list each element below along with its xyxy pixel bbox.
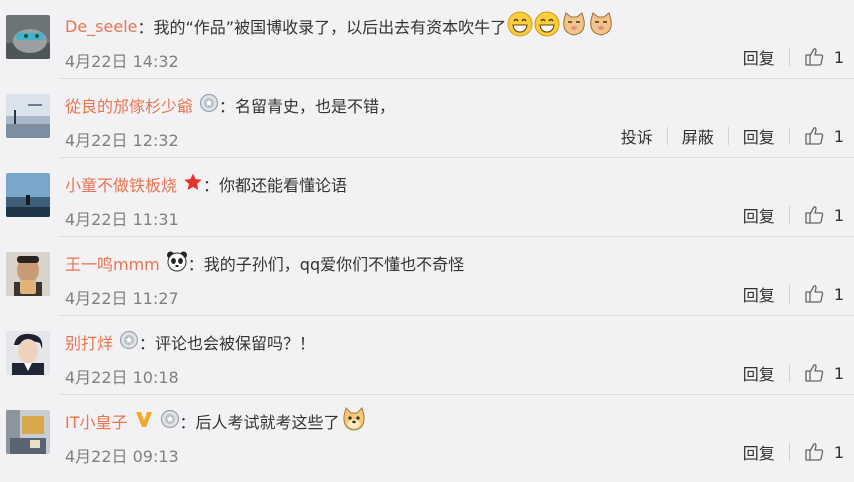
colon: ： — [187, 255, 204, 274]
comment-text: 你都还能看懂论语 — [219, 176, 348, 195]
divider — [666, 127, 668, 145]
divider — [788, 285, 790, 303]
comment-list: De_seele ： 我的“作品”被国博收录了，以后出去有资本吹牛了 4月22日… — [0, 0, 854, 482]
thumbs-up-icon — [805, 285, 824, 303]
medal-icon[interactable] — [199, 93, 219, 117]
username-link[interactable]: De_seele — [65, 17, 137, 36]
like-count: 1 — [833, 126, 844, 146]
username-link[interactable]: 從良的邡傢杉少爺 — [65, 93, 193, 117]
cat-emoji — [561, 11, 587, 41]
like-button[interactable]: 1 — [804, 442, 844, 462]
divider — [788, 206, 790, 224]
colon: ： — [137, 18, 154, 37]
thumbs-up-icon — [805, 127, 824, 145]
like-button[interactable]: 1 — [804, 284, 844, 304]
colon: ： — [179, 413, 196, 432]
reply-button[interactable]: 回复 — [743, 282, 775, 306]
like-button[interactable]: 1 — [804, 47, 844, 67]
divider — [788, 443, 790, 461]
block-button[interactable]: 屏蔽 — [682, 124, 714, 148]
comment-text: 名留青史，也是不错， — [235, 97, 396, 116]
like-button[interactable]: 1 — [804, 126, 844, 146]
colon: ： — [139, 334, 156, 353]
grin-emoji — [507, 11, 533, 41]
comment-time: 4月22日 12:32 — [65, 131, 179, 150]
avatar[interactable] — [6, 331, 50, 375]
comment-row: 從良的邡傢杉少爺 ： 名留青史，也是不错， 4月22日 12:32 投诉 屏蔽 … — [0, 79, 854, 158]
like-button[interactable]: 1 — [804, 363, 844, 383]
avatar[interactable] — [6, 15, 50, 59]
username-link[interactable]: 别打烊 — [65, 330, 113, 354]
divider — [788, 127, 790, 145]
comment-text: 评论也会被保留吗？！ — [155, 334, 316, 353]
comment-time: 4月22日 09:13 — [65, 447, 179, 466]
report-button[interactable]: 投诉 — [621, 124, 653, 148]
medal-icon[interactable] — [119, 330, 139, 354]
verified-v-icon[interactable] — [134, 409, 154, 433]
comment-time: 4月22日 11:27 — [65, 289, 179, 308]
thumbs-up-icon — [805, 48, 824, 66]
comment-row: 王一鸣mmm ： 我的子孙们，qq爱你们不懂也不奇怪 4月22日 11:27 回… — [0, 237, 854, 316]
like-count: 1 — [833, 442, 844, 462]
comment-time: 4月22日 11:31 — [65, 210, 179, 229]
comment-row: 别打烊 ： 评论也会被保留吗？！ 4月22日 10:18 回复 1 — [0, 316, 854, 395]
grin-emoji — [534, 11, 560, 41]
thumbs-up-icon — [805, 364, 824, 382]
doge-emoji — [341, 406, 367, 436]
comment-row: 小童不做铁板烧 ： 你都还能看懂论语 4月22日 11:31 回复 1 — [0, 158, 854, 237]
reply-button[interactable]: 回复 — [743, 440, 775, 464]
like-count: 1 — [833, 284, 844, 304]
comment-text: 我的“作品”被国博收录了，以后出去有资本吹牛了 — [153, 18, 507, 37]
username-link[interactable]: 小童不做铁板烧 — [65, 172, 177, 196]
reply-button[interactable]: 回复 — [743, 361, 775, 385]
medal-icon[interactable] — [160, 409, 180, 433]
comment-text: 我的子孙们，qq爱你们不懂也不奇怪 — [203, 255, 465, 274]
comment-text: 后人考试就考这些了 — [195, 413, 340, 432]
comment-row: IT小皇子 ： 后人考试就考这些了 4月22日 09:13 回复 1 — [0, 395, 854, 482]
comment-row: De_seele ： 我的“作品”被国博收录了，以后出去有资本吹牛了 4月22日… — [0, 0, 854, 79]
username-link[interactable]: 王一鸣mmm — [65, 251, 160, 275]
panda-icon[interactable] — [166, 250, 188, 276]
like-button[interactable]: 1 — [804, 205, 844, 225]
thumbs-up-icon — [805, 443, 824, 461]
avatar[interactable] — [6, 252, 50, 296]
comment-time: 4月22日 14:32 — [65, 52, 179, 71]
avatar[interactable] — [6, 94, 50, 138]
divider — [727, 127, 729, 145]
divider — [788, 48, 790, 66]
avatar[interactable] — [6, 410, 50, 454]
like-count: 1 — [833, 205, 844, 225]
colon: ： — [203, 176, 220, 195]
colon: ： — [219, 97, 236, 116]
divider — [788, 364, 790, 382]
thumbs-up-icon — [805, 206, 824, 224]
reply-button[interactable]: 回复 — [743, 203, 775, 227]
like-count: 1 — [833, 47, 844, 67]
cat-emoji — [588, 11, 614, 41]
comment-time: 4月22日 10:18 — [65, 368, 179, 387]
username-link[interactable]: IT小皇子 — [65, 409, 128, 433]
reply-button[interactable]: 回复 — [743, 124, 775, 148]
like-count: 1 — [833, 363, 844, 383]
star-icon[interactable] — [183, 172, 203, 196]
reply-button[interactable]: 回复 — [743, 45, 775, 69]
avatar[interactable] — [6, 173, 50, 217]
